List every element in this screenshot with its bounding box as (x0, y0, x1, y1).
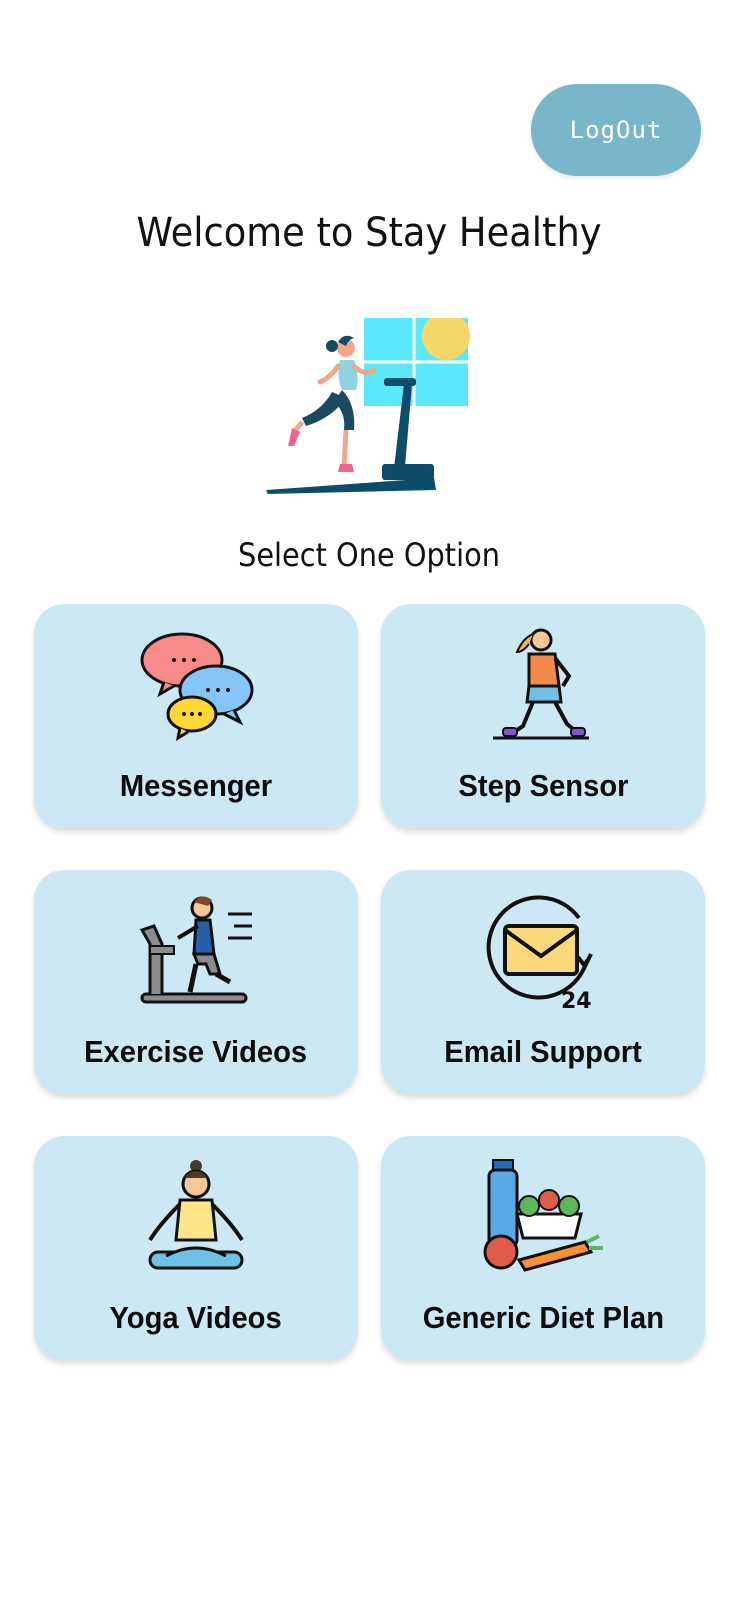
chat-bubbles-icon (140, 632, 254, 742)
email-support-label: Email Support (444, 1034, 642, 1069)
messenger-label: Messenger (119, 768, 273, 803)
yoga-videos-option-card[interactable]: Yoga Videos (34, 1136, 358, 1360)
exercise-videos-label: Exercise Videos (84, 1034, 308, 1069)
email-24-icon: 24 (486, 895, 593, 1010)
yoga-videos-label: Yoga Videos (109, 1300, 283, 1335)
exercise-videos-option-card[interactable]: Exercise Videos (34, 870, 358, 1094)
select-option-prompt: Select One Option (238, 536, 500, 574)
generic-diet-plan-label: Generic Diet Plan (422, 1300, 664, 1335)
generic-diet-plan-option-card[interactable]: Generic Diet Plan (381, 1136, 705, 1360)
step-sensor-option-card[interactable]: Step Sensor (381, 604, 705, 828)
step-sensor-label: Step Sensor (457, 768, 629, 803)
logout-button[interactable]: LogOut (531, 84, 701, 176)
email-support-option-card[interactable]: 24 Email Support (381, 870, 705, 1094)
yoga-icon (148, 1160, 244, 1270)
walking-person-icon (493, 628, 589, 740)
svg-text:24: 24 (561, 989, 592, 1010)
treadmill-runner-icon (266, 318, 470, 494)
page-title: Welcome to Stay Healthy (136, 210, 602, 256)
treadmill-icon (139, 896, 252, 1004)
messenger-option-card[interactable]: Messenger (34, 604, 358, 828)
diet-food-icon (483, 1159, 603, 1272)
